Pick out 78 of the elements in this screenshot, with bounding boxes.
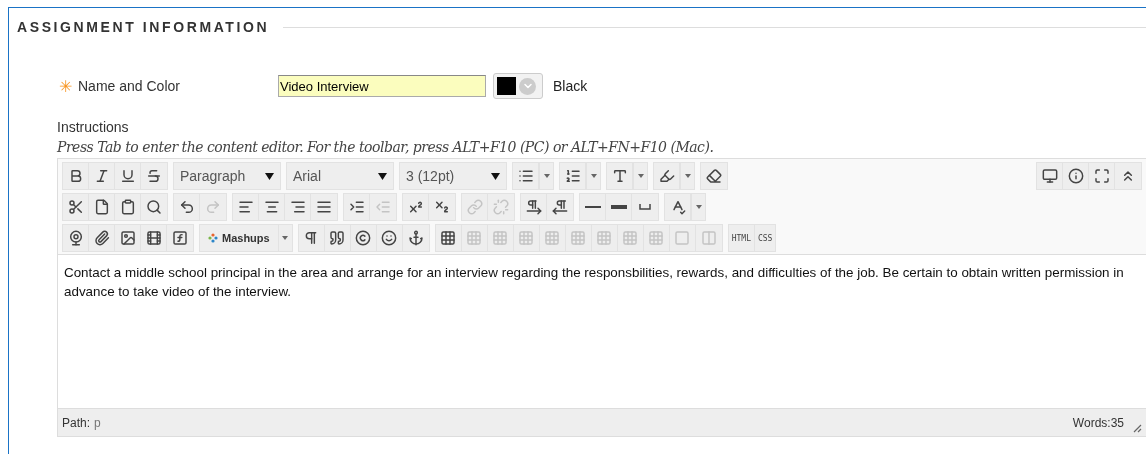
align-left-icon <box>237 199 254 215</box>
align-center-icon <box>263 199 280 215</box>
unlink-icon <box>493 199 509 215</box>
color-name: Black <box>553 78 588 94</box>
align-right-icon <box>289 199 306 215</box>
pilcrow-left-icon <box>552 199 568 215</box>
field-label: Instructions <box>57 119 130 135</box>
info-icon <box>1067 168 1084 184</box>
quote-icon <box>329 230 346 246</box>
subscript-icon <box>434 199 450 215</box>
caret-icon <box>637 174 644 178</box>
table-grid-icon <box>492 230 509 246</box>
table-grid-icon <box>622 230 639 246</box>
page-icon <box>93 199 110 215</box>
redo-icon <box>205 199 221 215</box>
anchor-icon <box>407 230 424 246</box>
chevron-icon <box>519 77 536 95</box>
expand-icon <box>1093 168 1110 184</box>
dropdown-button[interactable] <box>633 163 647 189</box>
bullet-list-icon <box>517 168 534 184</box>
dropdown-button[interactable] <box>691 194 705 220</box>
table-grid-icon <box>596 230 613 246</box>
indent-icon <box>348 199 365 215</box>
highlighter-icon <box>658 168 675 184</box>
pilcrow-right-icon <box>525 199 542 215</box>
paperclip-icon <box>93 230 110 246</box>
scissors-icon <box>67 199 84 215</box>
space-icon <box>639 204 651 210</box>
copyright-icon <box>355 230 372 246</box>
caret-icon <box>684 174 691 178</box>
function-icon <box>172 230 188 246</box>
dropdown-arrow-icon <box>378 172 387 180</box>
outdent-icon <box>375 199 391 215</box>
link-icon <box>466 199 483 215</box>
required-icon: ✳ <box>59 76 72 96</box>
undo-icon <box>178 199 195 215</box>
caret-icon <box>695 205 702 209</box>
table-grid-icon <box>648 230 665 246</box>
image-icon <box>119 230 136 246</box>
dropdown-button[interactable] <box>539 163 553 189</box>
name-field[interactable]: Video Interview <box>278 75 486 97</box>
dropdown-arrow-icon <box>491 172 500 180</box>
monitor-icon <box>1041 168 1058 184</box>
dropdown-arrow-icon <box>265 172 274 180</box>
eraser-icon <box>706 168 722 184</box>
color-picker-button[interactable] <box>493 73 543 99</box>
caret-icon <box>590 174 597 178</box>
resize-grip-icon[interactable] <box>1132 422 1142 433</box>
field-label: Name and Color <box>78 78 181 94</box>
section-title: ASSIGNMENT INFORMATION <box>17 19 270 35</box>
path-value: p <box>94 415 101 430</box>
text-color-icon <box>611 168 628 184</box>
film-icon <box>145 230 162 246</box>
line-icon <box>584 206 601 208</box>
dropdown-button[interactable] <box>680 163 694 189</box>
caret-icon <box>282 236 289 240</box>
table-icon <box>440 230 457 246</box>
align-justify-icon <box>316 199 332 215</box>
underline-icon <box>119 168 136 184</box>
clipboard-icon <box>119 199 136 215</box>
square-icon <box>674 230 691 246</box>
table-grid-icon <box>466 230 483 246</box>
search-icon <box>146 199 162 215</box>
table-grid-icon <box>518 230 535 246</box>
numbered-list-icon <box>564 168 581 184</box>
caret-icon <box>543 174 550 178</box>
dropdown-button[interactable] <box>586 163 600 189</box>
webcam-icon <box>67 230 84 246</box>
smiley-icon <box>381 230 398 246</box>
strikethrough-icon <box>146 168 162 184</box>
table-grid-icon <box>544 230 561 246</box>
word-count: Words:35 <box>1072 415 1124 430</box>
path-label: Path: <box>62 415 91 430</box>
superscript-icon <box>407 199 424 215</box>
columns-icon <box>700 230 717 246</box>
hint-text: Press Tab to enter the content editor. For the toolbar, press ALT+F10 (PC) or ALT+FN+F10 (Mac). <box>57 139 715 155</box>
table-grid-icon <box>570 230 587 246</box>
mashups-icon <box>208 233 218 243</box>
